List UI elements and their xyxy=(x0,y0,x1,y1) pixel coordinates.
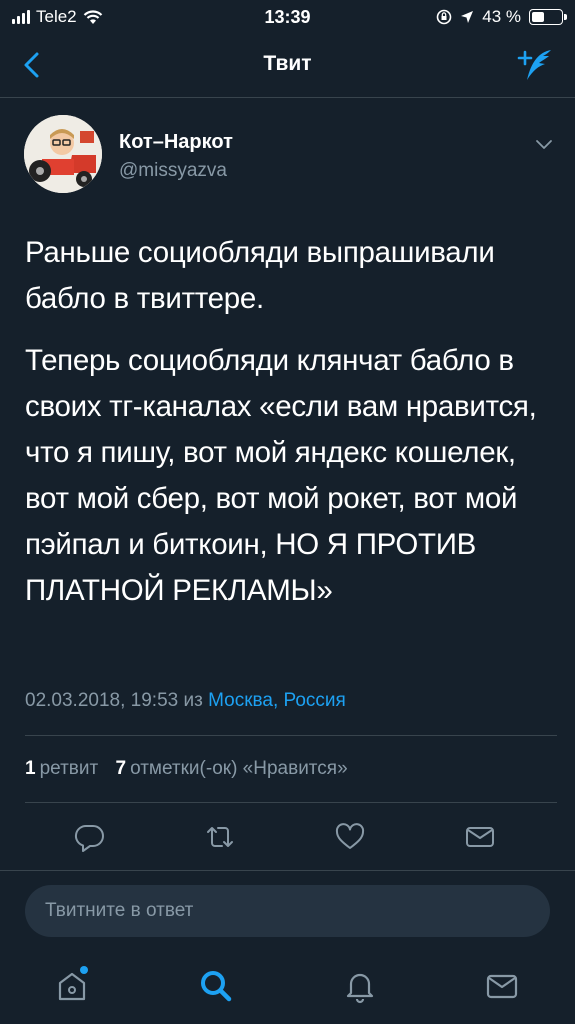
avatar-image xyxy=(24,115,102,193)
retweet-label: ретвит xyxy=(39,758,99,779)
retweet-stat[interactable]: 1 ретвит xyxy=(25,758,98,779)
divider xyxy=(25,802,557,803)
retweet-count: 1 xyxy=(25,758,36,779)
status-bar: Tele2 13:39 43 % xyxy=(0,0,575,34)
reply-bar xyxy=(0,870,575,954)
tweet-paragraph: Теперь социобляди клянчат бабло в своих … xyxy=(25,344,537,607)
tweet-from: из xyxy=(183,690,203,711)
tweet-location[interactable]: Москва, Россия xyxy=(208,690,346,711)
author-handle[interactable]: @missyazva xyxy=(119,160,233,182)
tab-bar xyxy=(0,954,575,1024)
divider xyxy=(25,735,557,736)
author[interactable]: Кот–Наркот @missyazva xyxy=(119,131,233,182)
tweet-meta: 02.03.2018, 19:53 из Москва, Россия xyxy=(25,690,346,712)
page-title: Твит xyxy=(263,52,312,75)
battery-icon xyxy=(529,9,567,25)
mail-icon[interactable] xyxy=(464,821,496,853)
tweet-date: 02.03.2018, 19:53 xyxy=(25,690,179,711)
retweet-icon[interactable] xyxy=(204,821,236,853)
nav-bar: Твит xyxy=(0,34,575,98)
likes-label: отметки(-ок) «Нравится» xyxy=(130,758,348,779)
battery-percent: 43 % xyxy=(482,7,521,26)
tweet-actions xyxy=(0,821,575,861)
battery-fill xyxy=(532,12,545,22)
tweet-stats: 1 ретвит 7 отметки(-ок) «Нравится» xyxy=(25,758,348,780)
reply-input[interactable] xyxy=(25,885,550,937)
tweet-text: Раньше социобляди выпрашивали бабло в тв… xyxy=(25,230,555,630)
orientation-lock-icon xyxy=(436,9,452,25)
location-arrow-icon xyxy=(461,11,474,23)
bell-icon[interactable] xyxy=(340,966,380,1006)
heart-icon[interactable] xyxy=(334,821,366,853)
author-name[interactable]: Кот–Наркот xyxy=(119,131,233,154)
reply-icon[interactable] xyxy=(74,821,106,853)
compose-tweet-icon[interactable] xyxy=(515,46,555,84)
likes-stat[interactable]: 7 отметки(-ок) «Нравится» xyxy=(115,758,347,779)
search-icon[interactable] xyxy=(196,966,236,1006)
status-right: 43 % xyxy=(436,7,567,27)
tweet-paragraph: Раньше социобляди выпрашивали бабло в тв… xyxy=(25,236,495,315)
mail-icon[interactable] xyxy=(482,966,522,1006)
chevron-down-icon[interactable] xyxy=(535,138,553,150)
avatar[interactable] xyxy=(24,115,102,193)
likes-count: 7 xyxy=(115,758,127,779)
notification-dot xyxy=(80,966,88,974)
